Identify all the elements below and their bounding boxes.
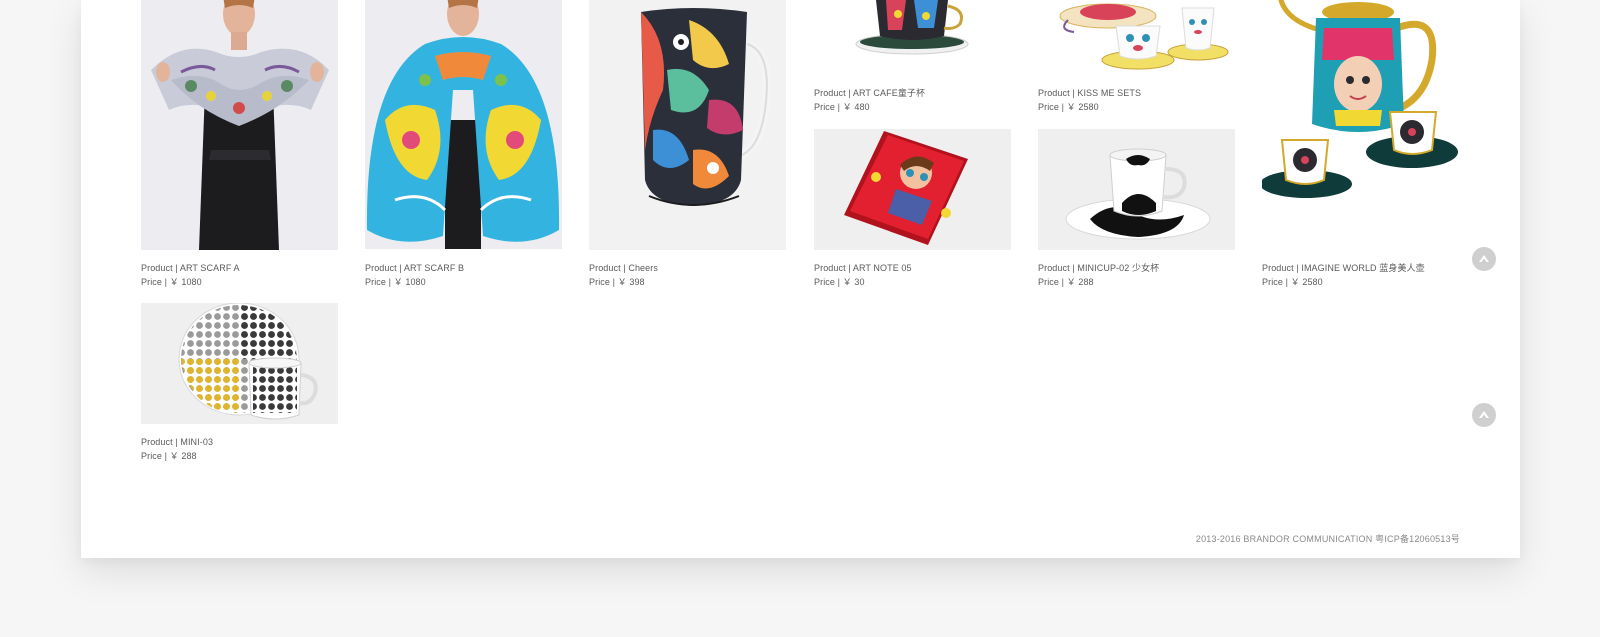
- chevron-up-icon: [1479, 255, 1489, 262]
- product-price: Price | ￥ 1080: [141, 276, 202, 287]
- red-notebook-image[interactable]: [814, 129, 1011, 250]
- product-name[interactable]: Product | KISS ME SETS: [1038, 87, 1298, 101]
- woman-scarf-image[interactable]: [141, 0, 338, 250]
- product-name[interactable]: Product | ART SCARF B: [365, 262, 625, 276]
- product-name[interactable]: Product | Cheers: [589, 262, 849, 276]
- product-price: Price | ￥ 288: [141, 450, 197, 461]
- teapot-set-image[interactable]: [1262, 0, 1459, 216]
- product-listing-panel: Product | ART SCARF A Price | ￥ 1080 Pro…: [81, 0, 1520, 558]
- painted-mug-image[interactable]: [589, 0, 786, 250]
- chevron-up-icon: [1479, 411, 1489, 418]
- product-price: Price | ￥ 1080: [365, 276, 426, 287]
- tea-set-image[interactable]: [1038, 0, 1235, 78]
- woman-cape-scarf-image[interactable]: [365, 0, 562, 249]
- back-to-top-button[interactable]: [1472, 247, 1496, 271]
- product-price: Price | ￥ 288: [1038, 276, 1094, 287]
- product-price: Price | ￥ 480: [814, 101, 870, 112]
- product-name[interactable]: Product | ART SCARF A: [141, 262, 401, 276]
- dotted-cup-image[interactable]: [141, 303, 338, 424]
- footer-copyright: 2013-2016 BRANDOR COMMUNICATION 粤ICP备120…: [1195, 534, 1460, 544]
- product-price: Price | ￥ 2580: [1038, 101, 1099, 112]
- product-price: Price | ￥ 398: [589, 276, 645, 287]
- product-price: Price | ￥ 30: [814, 276, 865, 287]
- product-name[interactable]: Product | ART CAFE童子杯: [814, 87, 1074, 101]
- product-name[interactable]: Product | MINICUP-02 少女杯: [1038, 262, 1298, 276]
- white-cup-image[interactable]: [1038, 129, 1235, 250]
- product-name[interactable]: Product | MINI-03: [141, 436, 401, 450]
- product-name[interactable]: Product | ART NOTE 05: [814, 262, 1074, 276]
- product-price: Price | ￥ 2580: [1262, 276, 1323, 287]
- back-to-top-button[interactable]: [1472, 403, 1496, 427]
- cup-saucer-image[interactable]: [814, 0, 1011, 78]
